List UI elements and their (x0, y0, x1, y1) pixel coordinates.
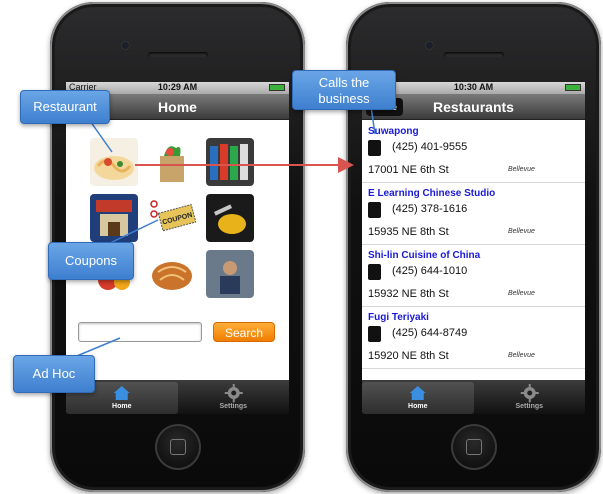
restaurant-name[interactable]: Fugi Teriyaki (368, 312, 429, 323)
phone-number[interactable]: (425) 401-9555 (392, 141, 467, 153)
tab-settings[interactable]: Settings (474, 382, 586, 414)
tab-settings-label: Settings (219, 403, 248, 410)
oil-can-icon (206, 194, 254, 242)
list-item[interactable]: Suwapong (425) 401-9555 17001 NE 6th St … (362, 121, 585, 183)
list-item[interactable]: Shi-lin Cuisine of China (425) 644-1010 … (362, 245, 585, 307)
callout-coupons: Coupons (48, 242, 134, 280)
speaker-grille (443, 52, 504, 58)
restaurant-name[interactable]: Shi-lin Cuisine of China (368, 250, 480, 261)
tab-bar: Home Settings (66, 380, 289, 414)
hardware-home-button[interactable] (154, 424, 201, 470)
callout-ad-hoc: Ad Hoc (13, 355, 95, 393)
phone-icon[interactable] (368, 202, 381, 218)
city: Bellevue (508, 166, 535, 173)
theater-icon (90, 194, 138, 242)
phone-icon[interactable] (368, 140, 381, 156)
mechanic-tile[interactable] (206, 250, 254, 298)
house-icon (409, 386, 426, 400)
stage: Carrier 10:29 AM Home COUPON Search Home… (0, 0, 603, 494)
auto-tile[interactable] (206, 194, 254, 242)
phone-number[interactable]: (425) 378-1616 (392, 203, 467, 215)
page-title: Home (158, 99, 197, 115)
grocery-tile[interactable] (148, 138, 196, 186)
gas-tile[interactable] (206, 138, 254, 186)
tab-home-label: Home (112, 403, 132, 410)
bread-icon (148, 250, 196, 298)
restaurant-name[interactable]: E Learning Chinese Studio (368, 188, 495, 199)
list-item[interactable]: Fugi Teriyaki (425) 644-8749 15920 NE 8t… (362, 307, 585, 369)
restaurants-screen: 10:30 AM Home Restaurants Suwapong (425)… (362, 82, 585, 414)
list-item[interactable]: E Learning Chinese Studio (425) 378-1616… (362, 183, 585, 245)
address: 15932 NE 8th St (368, 288, 449, 300)
battery-icon (269, 84, 285, 91)
phone-number[interactable]: (425) 644-8749 (392, 327, 467, 339)
search-row: Search (78, 322, 278, 344)
callout-calls-business: Calls the business (292, 70, 396, 110)
phone-number[interactable]: (425) 644-1010 (392, 265, 467, 277)
fuel-pump-icon (206, 138, 254, 186)
gear-icon (520, 384, 539, 402)
tab-settings-label: Settings (515, 403, 544, 410)
battery-icon (565, 84, 581, 91)
phone-icon[interactable] (368, 326, 381, 342)
camera-icon (426, 42, 433, 49)
mechanic-icon (206, 250, 254, 298)
tab-bar: Home Settings (362, 380, 585, 414)
callout-calls-line2: business (318, 91, 370, 106)
tab-home-label: Home (408, 403, 428, 410)
phone-icon[interactable] (368, 264, 381, 280)
restaurant-tile[interactable] (90, 138, 138, 186)
coupon-scissors-icon: COUPON (148, 194, 196, 242)
city: Bellevue (508, 228, 535, 235)
bakery-tile[interactable] (148, 250, 196, 298)
address: 15920 NE 8th St (368, 350, 449, 362)
camera-icon (122, 42, 129, 49)
coupons-tile[interactable]: COUPON (148, 194, 196, 242)
address: 15935 NE 8th St (368, 226, 449, 238)
restaurant-name[interactable]: Suwapong (368, 126, 419, 137)
noodle-dish-icon (90, 138, 138, 186)
callout-calls-line1: Calls the (318, 75, 370, 90)
city: Bellevue (508, 352, 535, 359)
tab-home[interactable]: Home (362, 382, 474, 414)
restaurant-list: Suwapong (425) 401-9555 17001 NE 6th St … (362, 121, 585, 380)
gear-icon (224, 384, 243, 402)
grocery-bag-icon (148, 138, 196, 186)
search-input[interactable] (78, 322, 202, 342)
hardware-home-button[interactable] (450, 424, 497, 470)
tab-settings[interactable]: Settings (178, 382, 290, 414)
search-button[interactable]: Search (213, 322, 275, 342)
city: Bellevue (508, 290, 535, 297)
address: 17001 NE 6th St (368, 164, 449, 176)
callout-restaurant: Restaurant (20, 90, 110, 124)
speaker-grille (147, 52, 208, 58)
page-title: Restaurants (433, 99, 514, 115)
theater-tile[interactable] (90, 194, 138, 242)
